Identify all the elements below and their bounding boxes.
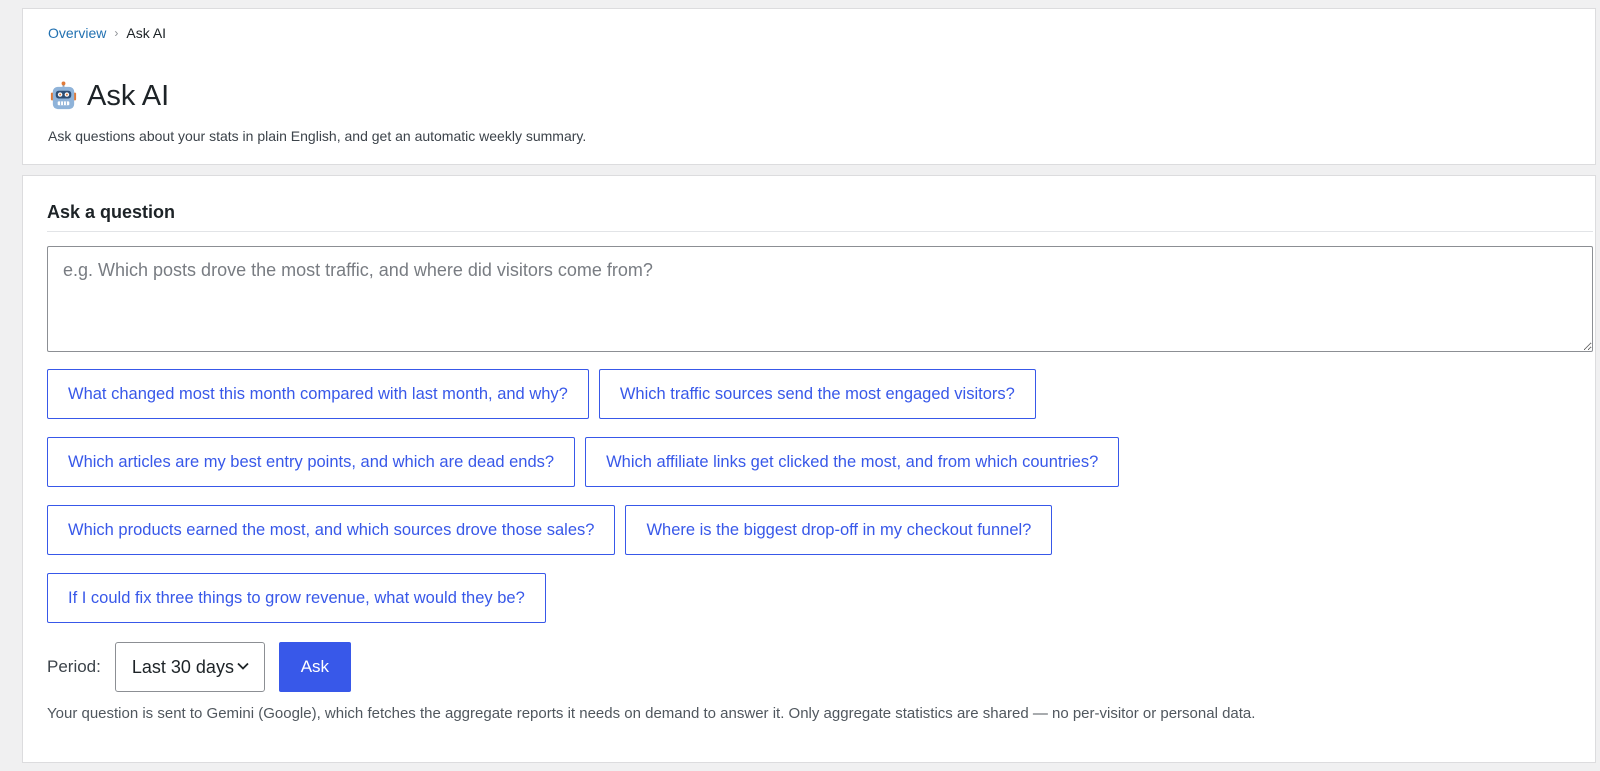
suggestion-button[interactable]: What changed most this month compared wi… xyxy=(47,369,589,419)
page-title: Ask AI xyxy=(48,81,169,112)
section-divider xyxy=(47,231,1593,232)
section-title: Ask a question xyxy=(47,202,176,222)
breadcrumb: Overview › Ask AI xyxy=(48,25,166,41)
ask-question-panel: Ask a question What changed most this mo… xyxy=(22,175,1596,763)
privacy-disclaimer: Your question is sent to Gemini (Google)… xyxy=(47,705,1256,722)
suggestion-row: If I could fix three things to grow reve… xyxy=(47,573,1593,623)
question-input[interactable] xyxy=(47,246,1593,352)
page-header: Overview › Ask AI Ask AI Ask questions a… xyxy=(22,8,1596,165)
suggestion-row: Which articles are my best entry points,… xyxy=(47,437,1593,487)
breadcrumb-separator: › xyxy=(114,26,119,40)
suggestion-button[interactable]: If I could fix three things to grow reve… xyxy=(47,573,546,623)
suggested-questions: What changed most this month compared wi… xyxy=(47,369,1593,641)
page-subtitle: Ask questions about your stats in plain … xyxy=(48,128,587,144)
ask-controls: Period: Last 30 days Ask xyxy=(47,642,351,692)
suggestion-row: What changed most this month compared wi… xyxy=(47,369,1593,419)
ask-button[interactable]: Ask xyxy=(278,642,351,692)
breadcrumb-overview-link[interactable]: Overview xyxy=(48,25,106,41)
breadcrumb-current: Ask AI xyxy=(126,25,167,41)
suggestion-button[interactable]: Which articles are my best entry points,… xyxy=(47,437,576,487)
suggestion-button[interactable]: Which affiliate links get clicked the mo… xyxy=(585,437,1120,487)
page-title-text: Ask AI xyxy=(87,80,170,112)
chevron-down-icon xyxy=(236,657,250,678)
period-select[interactable]: Last 30 days xyxy=(114,642,265,692)
suggestion-button[interactable]: Which traffic sources send the most enga… xyxy=(598,369,1036,419)
suggestion-button[interactable]: Which products earned the most, and whic… xyxy=(47,505,616,555)
robot-icon xyxy=(48,81,79,112)
suggestion-button[interactable]: Where is the biggest drop-off in my chec… xyxy=(625,505,1053,555)
period-label: Period: xyxy=(47,657,101,676)
suggestion-row: Which products earned the most, and whic… xyxy=(47,505,1593,555)
period-select-value: Last 30 days xyxy=(131,656,234,677)
